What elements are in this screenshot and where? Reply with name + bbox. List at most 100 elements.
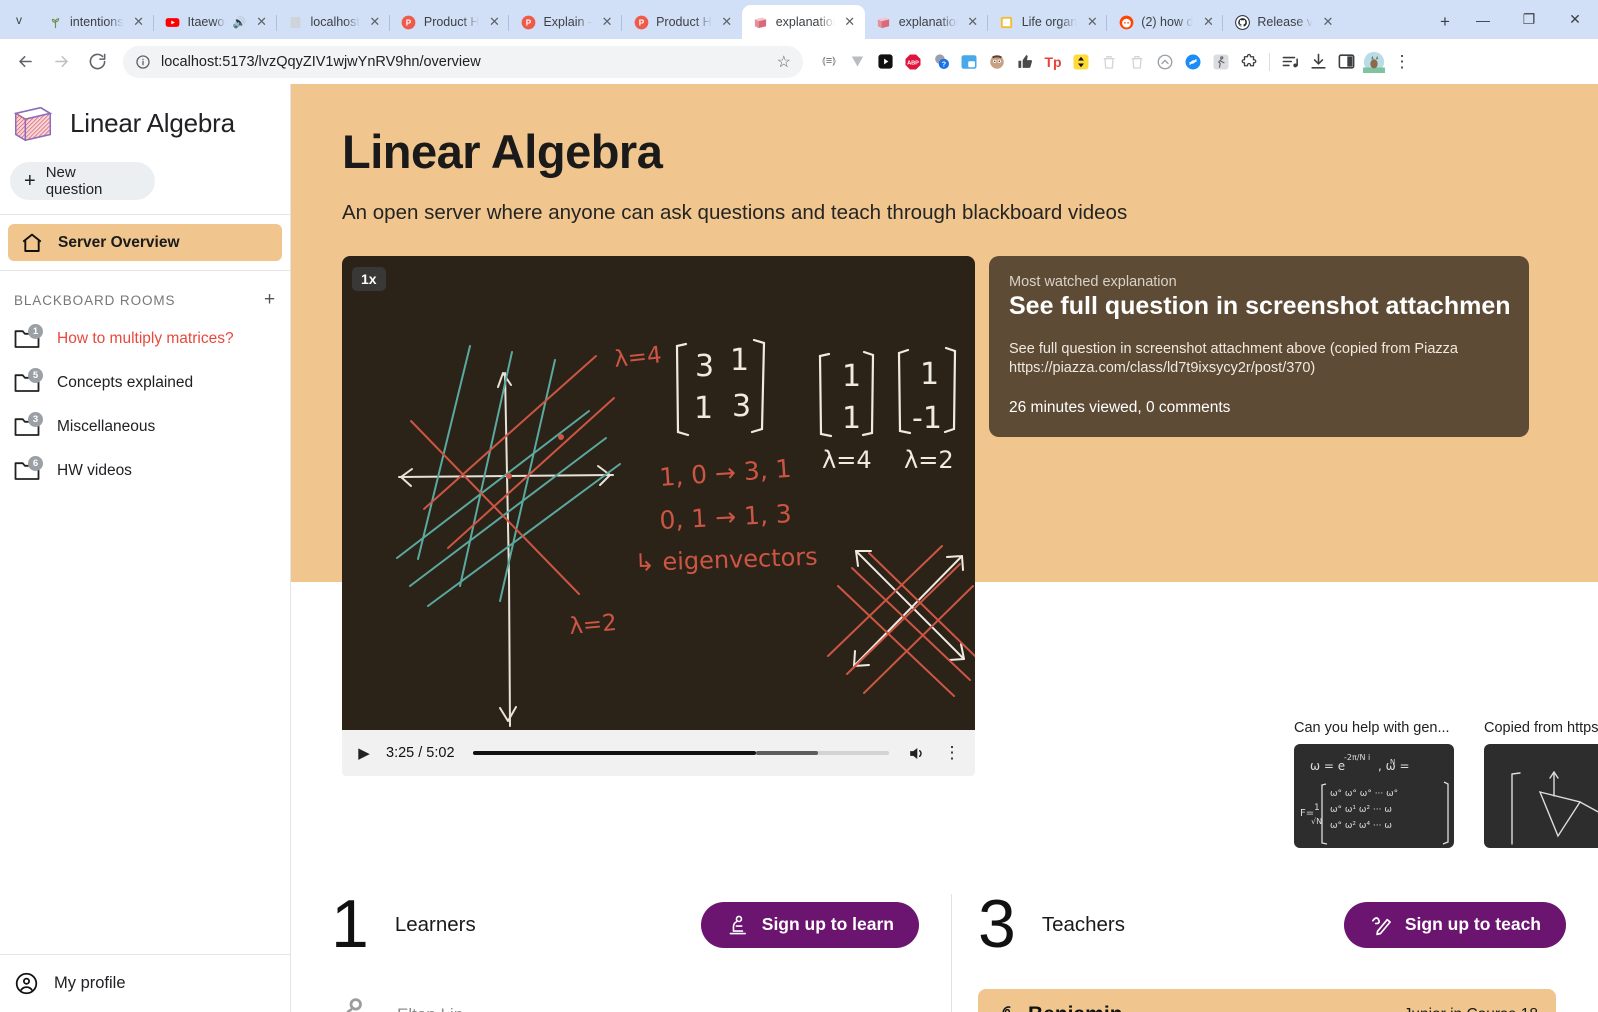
address-bar[interactable]: localhost:5173/lvzQqyZIV1wjwYnRV9hn/over… bbox=[123, 45, 803, 78]
svg-text:ω = e: ω = e bbox=[1310, 759, 1345, 773]
close-window-button[interactable]: ✕ bbox=[1552, 0, 1598, 39]
browser-tab[interactable]: intentions ✕ bbox=[36, 5, 154, 39]
tab-close-icon[interactable]: ✕ bbox=[486, 14, 502, 30]
tab-close-icon[interactable]: ✕ bbox=[1084, 14, 1100, 30]
sidebar-room-item[interactable]: 6 HW videos bbox=[0, 449, 290, 493]
sidebar-item-server-overview[interactable]: Server Overview bbox=[8, 224, 282, 261]
my-profile-button[interactable]: My profile bbox=[0, 954, 290, 1012]
volume-icon[interactable] bbox=[907, 744, 929, 763]
window-controls: — ❐ ✕ bbox=[1460, 0, 1598, 39]
browser-tab[interactable]: Life organ ✕ bbox=[986, 5, 1108, 39]
tab-close-icon[interactable]: ✕ bbox=[367, 14, 383, 30]
v-down-icon[interactable] bbox=[844, 49, 870, 75]
learner-list-item[interactable]: Elton Lin bbox=[331, 993, 951, 1012]
thumbs-up-icon[interactable] bbox=[1012, 49, 1038, 75]
runner-icon[interactable] bbox=[1208, 49, 1234, 75]
note-icon bbox=[999, 14, 1015, 30]
puzzle-icon[interactable] bbox=[1236, 49, 1262, 75]
tab-close-icon[interactable]: ✕ bbox=[842, 14, 858, 30]
forward-button[interactable] bbox=[44, 45, 78, 79]
video-menu-icon[interactable]: ⋮ bbox=[941, 743, 963, 763]
new-question-button[interactable]: + New question bbox=[10, 162, 155, 200]
teacher-card[interactable]: Benjamin Junior in Course 18 bbox=[978, 989, 1556, 1012]
thumbnail-preview[interactable] bbox=[1484, 744, 1598, 848]
reading-list-icon[interactable]: ⦅≡⦆ bbox=[816, 49, 842, 75]
face-avatar-icon[interactable] bbox=[984, 49, 1010, 75]
tp-icon[interactable]: Tp bbox=[1040, 49, 1066, 75]
back-button[interactable] bbox=[8, 45, 42, 79]
video-surface[interactable]: 1x λ=4 λ=2 1, 0 → 3, 1 0, 1 → 1, 3 ↳ eig… bbox=[342, 256, 975, 730]
cube-icon bbox=[753, 14, 769, 30]
home-icon bbox=[20, 231, 44, 255]
svg-text:1: 1 bbox=[842, 401, 861, 436]
svg-text:λ=2: λ=2 bbox=[568, 610, 618, 640]
thumbnail-preview[interactable]: ω = e -2π/N i, ω = N F= 1 √N ω° ω° ω° ··· ω° ω°… bbox=[1294, 744, 1454, 848]
toolbar-divider bbox=[1269, 52, 1270, 71]
browser-tab[interactable]: Release v ✕ bbox=[1222, 5, 1343, 39]
sidebar-room-item[interactable]: 1 How to multiply matrices? bbox=[0, 317, 290, 361]
p-circle-icon: P bbox=[633, 14, 649, 30]
browser-tab[interactable]: explanation ✕ bbox=[865, 5, 988, 39]
side-panel-icon[interactable] bbox=[1333, 49, 1359, 75]
folder-icon: 1 bbox=[14, 324, 43, 350]
sidebar-room-item[interactable]: 3 Miscellaneous bbox=[0, 405, 290, 449]
url-text[interactable]: localhost:5173/lvzQqyZIV1wjwYnRV9hn/over… bbox=[161, 54, 767, 70]
chrome-menu-icon[interactable]: ⋮ bbox=[1389, 49, 1415, 75]
svg-text:N: N bbox=[1390, 758, 1395, 766]
tab-close-icon[interactable]: ✕ bbox=[254, 14, 270, 30]
tab-close-icon[interactable]: ✕ bbox=[599, 14, 615, 30]
tab-close-icon[interactable]: ✕ bbox=[1200, 14, 1216, 30]
bookmark-star-icon[interactable]: ☆ bbox=[777, 52, 791, 72]
adblock-plus-icon[interactable]: ABP bbox=[900, 49, 926, 75]
svg-text:0, 1 → 1, 3: 0, 1 → 1, 3 bbox=[659, 499, 793, 535]
brain-head-icon bbox=[996, 1004, 1018, 1012]
tab-mute-icon[interactable]: 🔊 bbox=[233, 16, 247, 29]
minimize-button[interactable]: — bbox=[1460, 0, 1506, 39]
browser-tab[interactable]: (2) how d ✕ bbox=[1106, 5, 1223, 39]
circle-chevron-icon[interactable] bbox=[1152, 49, 1178, 75]
tab-close-icon[interactable]: ✕ bbox=[131, 14, 147, 30]
sign-up-to-teach-button[interactable]: Sign up to teach bbox=[1343, 901, 1566, 948]
updown-arrow-icon[interactable] bbox=[1068, 49, 1094, 75]
profile-avatar-icon[interactable] bbox=[1361, 49, 1387, 75]
site-info-icon[interactable] bbox=[135, 54, 151, 70]
new-tab-button[interactable]: + bbox=[1430, 5, 1460, 39]
trash2-icon[interactable] bbox=[1124, 49, 1150, 75]
room-label: How to multiply matrices? bbox=[57, 330, 234, 347]
teachers-label: Teachers bbox=[1041, 912, 1126, 936]
video-progress-bar[interactable] bbox=[472, 751, 889, 755]
browser-tab[interactable]: P Explain - ✕ bbox=[508, 5, 622, 39]
picture-in-picture-icon[interactable] bbox=[956, 49, 982, 75]
download-icon[interactable] bbox=[1305, 49, 1331, 75]
play-icon[interactable] bbox=[872, 49, 898, 75]
video-progress-buffered bbox=[755, 751, 819, 755]
tab-close-icon[interactable]: ✕ bbox=[719, 14, 735, 30]
browser-tab[interactable]: Itaewon 🔊 ✕ bbox=[152, 5, 277, 39]
browser-tab[interactable]: P Product H ✕ bbox=[388, 5, 510, 39]
trash-icon[interactable] bbox=[1096, 49, 1122, 75]
browser-tab[interactable]: explanation ✕ bbox=[741, 5, 865, 39]
playlist-icon[interactable] bbox=[1277, 49, 1303, 75]
maximize-button[interactable]: ❐ bbox=[1506, 0, 1552, 39]
video-thumbnail[interactable]: Can you help with gen... ω = e -2π/N i, ω … bbox=[1294, 720, 1454, 848]
github-icon bbox=[1234, 14, 1250, 30]
room-label: HW videos bbox=[57, 462, 132, 479]
sign-up-to-learn-button[interactable]: Sign up to learn bbox=[700, 901, 919, 948]
tab-search-button[interactable]: v bbox=[2, 0, 36, 39]
reload-button[interactable] bbox=[80, 45, 114, 79]
tab-close-icon[interactable]: ✕ bbox=[965, 14, 981, 30]
youtube-icon bbox=[165, 14, 181, 30]
most-watched-card[interactable]: Most watched explanation See full questi… bbox=[989, 256, 1529, 438]
add-room-button[interactable]: + bbox=[264, 289, 276, 311]
play-button[interactable]: ▶ bbox=[354, 744, 374, 762]
svg-text:-1: -1 bbox=[912, 401, 942, 436]
app-container: Linear Algebra + New question Server Ove… bbox=[0, 84, 1598, 1012]
shazam-icon[interactable] bbox=[1180, 49, 1206, 75]
sidebar-room-item[interactable]: 5 Concepts explained bbox=[0, 361, 290, 405]
browser-tab[interactable]: P Product H ✕ bbox=[621, 5, 742, 39]
video-thumbnail[interactable]: Copied from https://pia... bbox=[1484, 720, 1598, 848]
tab-close-icon[interactable]: ✕ bbox=[1320, 14, 1336, 30]
playback-speed-badge[interactable]: 1x bbox=[352, 267, 386, 291]
browser-tab[interactable]: localhost ✕ bbox=[275, 5, 390, 39]
question-bubble-icon[interactable]: ? bbox=[928, 49, 954, 75]
